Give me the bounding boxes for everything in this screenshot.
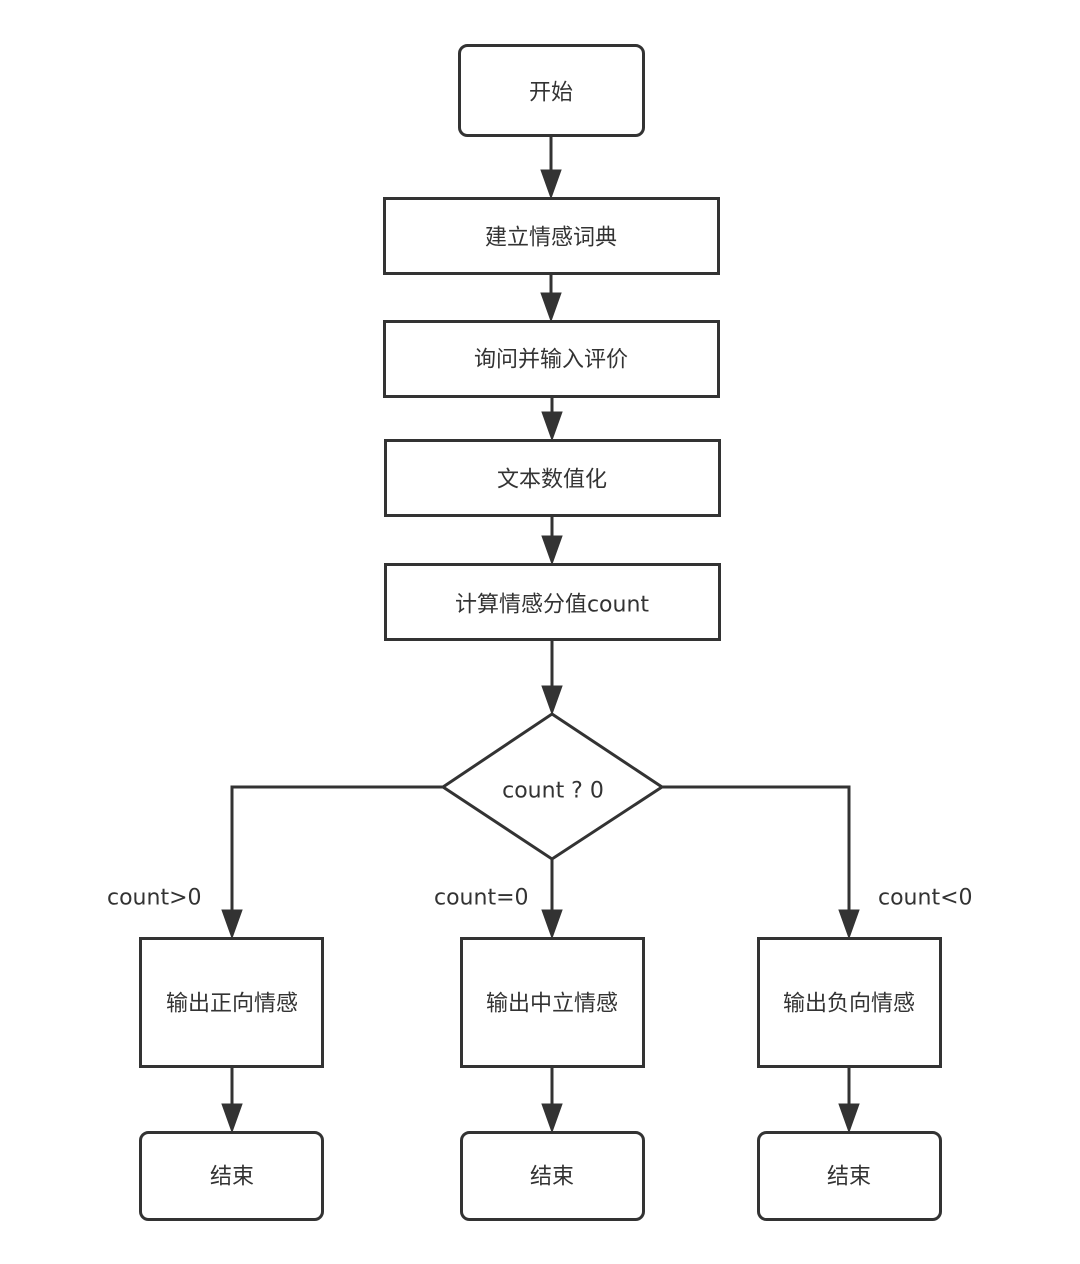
edge-decision-positive xyxy=(230,785,443,916)
node-input-review-label: 询问并输入评价 xyxy=(474,348,628,373)
arrowhead xyxy=(838,1103,860,1134)
arrowhead xyxy=(540,169,562,200)
node-vectorize-label: 文本数值化 xyxy=(497,468,607,493)
node-end-right: 结束 xyxy=(757,1131,942,1221)
node-input-review: 询问并输入评价 xyxy=(383,320,720,398)
node-positive-label: 输出正向情感 xyxy=(166,992,298,1017)
arrowhead xyxy=(541,1103,563,1134)
node-build-dict-label: 建立情感词典 xyxy=(485,226,617,251)
arrowhead xyxy=(541,685,563,716)
arrowhead xyxy=(541,411,563,442)
node-end-right-label: 结束 xyxy=(827,1165,871,1190)
node-neutral: 输出中立情感 xyxy=(460,937,645,1068)
node-end-middle: 结束 xyxy=(460,1131,645,1221)
node-compute: 计算情感分值count xyxy=(384,563,721,641)
edge-label-positive: count>0 xyxy=(107,886,202,911)
edge-label-neutral: count=0 xyxy=(434,886,529,911)
arrowhead xyxy=(838,909,860,940)
arrowhead xyxy=(541,535,563,566)
node-negative-label: 输出负向情感 xyxy=(783,992,915,1017)
node-start: 开始 xyxy=(458,44,645,137)
node-negative: 输出负向情感 xyxy=(757,937,942,1068)
node-neutral-label: 输出中立情感 xyxy=(486,992,618,1017)
edge-decision-negative xyxy=(662,785,851,916)
node-decision: count ? 0 xyxy=(440,712,665,861)
arrowhead xyxy=(540,292,562,323)
edge-label-negative: count<0 xyxy=(878,886,973,911)
node-end-left-label: 结束 xyxy=(210,1165,254,1190)
arrowhead xyxy=(541,909,563,940)
edge-labels: count>0 count=0 count<0 xyxy=(107,886,973,911)
node-decision-label: count ? 0 xyxy=(502,779,604,804)
node-compute-label: 计算情感分值count xyxy=(455,593,649,618)
node-end-middle-label: 结束 xyxy=(530,1165,574,1190)
node-positive: 输出正向情感 xyxy=(139,937,324,1068)
node-start-label: 开始 xyxy=(529,81,573,106)
arrowhead xyxy=(221,1103,243,1134)
arrowhead xyxy=(221,909,243,940)
node-vectorize: 文本数值化 xyxy=(384,439,721,517)
node-build-dict: 建立情感词典 xyxy=(383,197,720,275)
node-end-left: 结束 xyxy=(139,1131,324,1221)
flowchart: count>0 count=0 count<0 开始 建立情感词典 询问并输入评… xyxy=(107,44,973,1221)
